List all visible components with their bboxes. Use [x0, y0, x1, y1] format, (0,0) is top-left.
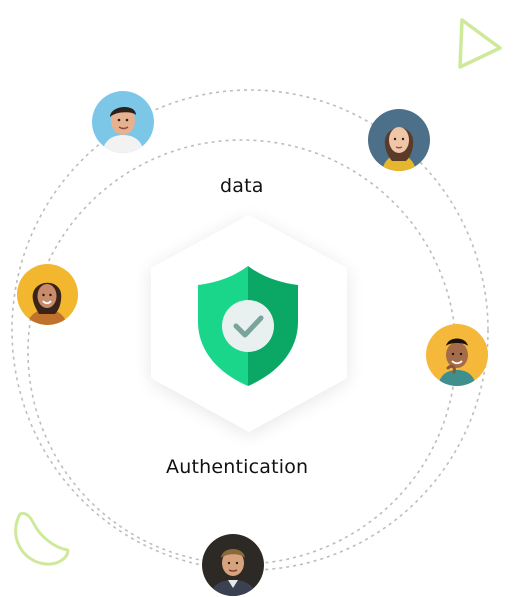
play-triangle-deco — [458, 18, 502, 69]
orbit-diagram — [11, 18, 502, 571]
avatar-woman-brown-hair — [368, 109, 430, 171]
avatar-man-yellow-bg — [426, 324, 488, 386]
data-label: data — [220, 175, 264, 197]
check-badge — [222, 300, 274, 352]
avatar-woman-yellow-bg — [17, 264, 78, 325]
authentication-illustration: data Authentication — [0, 0, 522, 597]
crescent-deco — [14, 512, 70, 566]
avatar-man-suit — [202, 534, 264, 596]
authentication-label: Authentication — [166, 456, 309, 478]
avatar-man-smiling — [92, 91, 154, 153]
